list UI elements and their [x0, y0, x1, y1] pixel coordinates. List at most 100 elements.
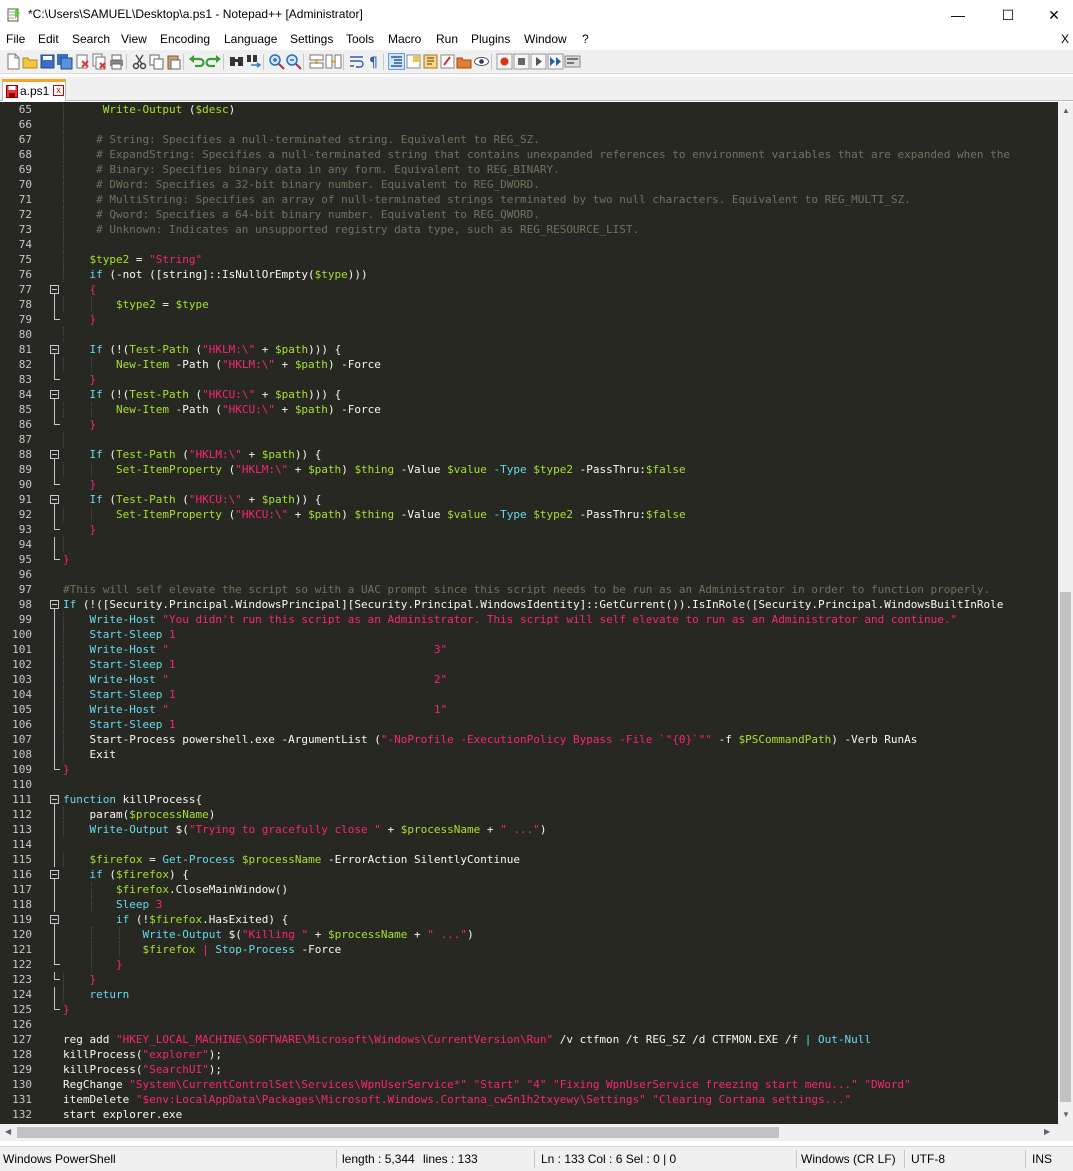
cut-button[interactable] [131, 53, 148, 70]
zoom-out-button[interactable] [285, 53, 302, 70]
menu-window[interactable]: Window [524, 32, 567, 46]
fold-collapse-icon[interactable] [50, 600, 59, 609]
code-line[interactable]: 117 $firefox.CloseMainWindow() [0, 882, 1058, 897]
code-line[interactable]: 129 killProcess("SearchUI"); [0, 1062, 1058, 1077]
code-line[interactable]: 109} [0, 762, 1058, 777]
code-line[interactable]: 108 Exit [0, 747, 1058, 762]
udl-button[interactable] [439, 53, 456, 70]
stop-record-button[interactable] [513, 53, 530, 70]
code-line[interactable]: 96 [0, 567, 1058, 582]
code-line[interactable]: 105 Write-Host " 1" [0, 702, 1058, 717]
code-line[interactable]: 80 [0, 327, 1058, 342]
fold-collapse-icon[interactable] [50, 450, 59, 459]
fold-marker[interactable] [48, 447, 62, 462]
code-line[interactable]: 124 return [0, 987, 1058, 1002]
horizontal-scrollbar[interactable]: ◀ ▶ [0, 1124, 1073, 1141]
code-line[interactable]: 90 } [0, 477, 1058, 492]
function-list-button[interactable] [422, 53, 439, 70]
fold-collapse-icon[interactable] [50, 495, 59, 504]
code-line[interactable]: 132 start explorer.exe [0, 1107, 1058, 1122]
code-line[interactable]: 79 } [0, 312, 1058, 327]
code-line[interactable]: 92 Set-ItemProperty ("HKCU:\" + $path) $… [0, 507, 1058, 522]
code-line[interactable]: 82 New-Item -Path ("HKLM:\" + $path) -Fo… [0, 357, 1058, 372]
save-all-button[interactable] [56, 53, 73, 70]
sync-h-button[interactable] [325, 53, 342, 70]
menu-view[interactable]: View [121, 32, 147, 46]
code-line[interactable]: 118 Sleep 3 [0, 897, 1058, 912]
close-all-button[interactable] [91, 53, 108, 70]
fold-collapse-icon[interactable] [50, 345, 59, 354]
fold-marker[interactable] [48, 342, 62, 357]
code-line[interactable]: 106 Start-Sleep 1 [0, 717, 1058, 732]
code-line[interactable]: 71 # MultiString: Specifies an array of … [0, 192, 1058, 207]
code-line[interactable]: 114 [0, 837, 1058, 852]
fold-collapse-icon[interactable] [50, 795, 59, 804]
code-line[interactable]: 89 Set-ItemProperty ("HKLM:\" + $path) $… [0, 462, 1058, 477]
vertical-scrollbar[interactable]: ▲ ▼ [1058, 102, 1073, 1124]
fold-marker[interactable] [48, 867, 62, 882]
doc-map-button[interactable] [405, 53, 422, 70]
close-button[interactable] [74, 53, 91, 70]
code-line[interactable]: 72 # Qword: Specifies a 64-bit binary nu… [0, 207, 1058, 222]
menu-run[interactable]: Run [436, 32, 458, 46]
copy-button[interactable] [148, 53, 165, 70]
sync-v-button[interactable] [308, 53, 325, 70]
code-line[interactable]: 81 If (!(Test-Path ("HKLM:\" + $path))) … [0, 342, 1058, 357]
code-line[interactable]: 69 # Binary: Specifies binary data in an… [0, 162, 1058, 177]
vertical-scroll-thumb[interactable] [1060, 592, 1071, 1102]
code-line[interactable]: 94 [0, 537, 1058, 552]
save-macro-button[interactable] [564, 53, 581, 70]
fold-marker[interactable] [48, 597, 62, 612]
code-line[interactable]: 123 } [0, 972, 1058, 987]
code-line[interactable]: 83 } [0, 372, 1058, 387]
code-line[interactable]: 85 New-Item -Path ("HKCU:\" + $path) -Fo… [0, 402, 1058, 417]
code-line[interactable]: 127 reg add "HKEY_LOCAL_MACHINE\SOFTWARE\… [0, 1032, 1058, 1047]
fold-collapse-icon[interactable] [50, 870, 59, 879]
code-line[interactable]: 122 } [0, 957, 1058, 972]
close-document-button[interactable]: X [1061, 32, 1069, 46]
fold-collapse-icon[interactable] [50, 915, 59, 924]
menu-file[interactable]: File [6, 32, 25, 46]
code-line[interactable]: 68 # ExpandString: Specifies a null-term… [0, 147, 1058, 162]
redo-button[interactable] [205, 53, 222, 70]
code-line[interactable]: 78 $type2 = $type [0, 297, 1058, 312]
code-line[interactable]: 111 function killProcess{ [0, 792, 1058, 807]
replace-button[interactable] [245, 53, 262, 70]
tab-a-ps1[interactable]: a.ps1 x [2, 79, 66, 101]
code-line[interactable]: 66 [0, 117, 1058, 132]
menu-encoding[interactable]: Encoding [160, 32, 210, 46]
code-line[interactable]: 76 if (-not ([string]::IsNullOrEmpty($ty… [0, 267, 1058, 282]
code-line[interactable]: 120 Write-Output $("Killing " + $process… [0, 927, 1058, 942]
code-line[interactable]: 67 # String: Specifies a null-terminated… [0, 132, 1058, 147]
menu-search[interactable]: Search [72, 32, 110, 46]
code-line[interactable]: 119 if (!$firefox.HasExited) { [0, 912, 1058, 927]
code-line[interactable]: 70 # DWord: Specifies a 32-bit binary nu… [0, 177, 1058, 192]
code-line[interactable]: 128 killProcess("explorer"); [0, 1047, 1058, 1062]
menu-edit[interactable]: Edit [38, 32, 59, 46]
fold-marker[interactable] [48, 912, 62, 927]
code-line[interactable]: 131 itemDelete "$env:LocalAppData\Package… [0, 1092, 1058, 1107]
code-line[interactable]: 77 { [0, 282, 1058, 297]
scroll-right-icon[interactable]: ▶ [1044, 1127, 1050, 1136]
code-line[interactable]: 103 Write-Host " 2" [0, 672, 1058, 687]
code-line[interactable]: 65 Write-Output ($desc) [0, 102, 1058, 117]
fold-collapse-icon[interactable] [50, 285, 59, 294]
code-line[interactable]: 100 Start-Sleep 1 [0, 627, 1058, 642]
code-line[interactable]: 73 # Unknown: Indicates an unsupported r… [0, 222, 1058, 237]
paste-button[interactable] [165, 53, 182, 70]
code-line[interactable]: 99 Write-Host "You didn't run this scrip… [0, 612, 1058, 627]
code-line[interactable]: 91 If (Test-Path ("HKCU:\" + $path)) { [0, 492, 1058, 507]
code-line[interactable]: 84 If (!(Test-Path ("HKCU:\" + $path))) … [0, 387, 1058, 402]
menu-macro[interactable]: Macro [388, 32, 421, 46]
fold-marker[interactable] [48, 492, 62, 507]
fold-marker[interactable] [48, 792, 62, 807]
show-all-chars-button[interactable]: ¶ [365, 53, 382, 70]
record-macro-button[interactable] [496, 53, 513, 70]
menu-tools[interactable]: Tools [346, 32, 374, 46]
code-line[interactable]: 112 param($processName) [0, 807, 1058, 822]
print-button[interactable] [108, 53, 125, 70]
scroll-left-icon[interactable]: ◀ [5, 1127, 11, 1136]
menu-language[interactable]: Language [224, 32, 277, 46]
code-line[interactable]: 126 [0, 1017, 1058, 1032]
menu-settings[interactable]: Settings [290, 32, 333, 46]
